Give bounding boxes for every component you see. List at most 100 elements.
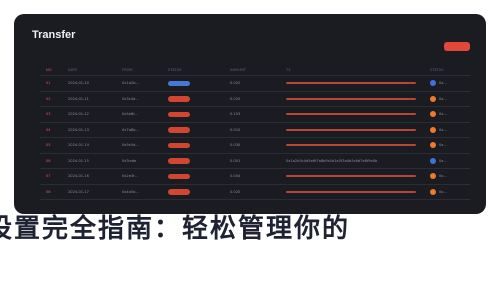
row-amount: 0.153 [230, 112, 241, 117]
header-no: NO [46, 67, 52, 72]
row-from: 0x9c0d... [122, 143, 139, 148]
row-status [168, 92, 190, 107]
table-row[interactable]: 06 2024-01-15 0xTrade 0.001 0x1a2b3c4d5e6f7a… [40, 154, 470, 169]
row-tx [286, 169, 422, 184]
row-from: 0x4a5b... [122, 189, 139, 194]
table-row[interactable]: 02 2024-01-11 0x3c4d... 0.020 0x... [40, 92, 470, 107]
row-number: 03 [46, 112, 51, 117]
header-amount: AMOUNT [230, 67, 246, 72]
table-row[interactable]: 07 2024-01-16 0x2e3f... 0.004 0x... [40, 169, 470, 185]
row-state-text: 0x... [439, 174, 447, 179]
row-state: 0x... [430, 123, 447, 138]
table-row[interactable]: 03 2024-01-12 0x5e6f... 0.153 0x... [40, 107, 470, 123]
row-date: 2024-01-15 [68, 158, 89, 163]
status-badge[interactable] [168, 80, 190, 86]
page-caption: 设置完全指南：轻松管理你的 [0, 214, 351, 242]
status-dot-icon [430, 80, 436, 87]
row-amount: 0.010 [230, 127, 241, 132]
row-status [168, 169, 190, 184]
row-status [168, 107, 190, 122]
row-from: 0x7a8b... [122, 127, 139, 132]
row-state-text: 0x... [439, 143, 447, 148]
header-tx: TX [286, 67, 291, 72]
status-badge[interactable] [168, 189, 190, 195]
row-tx: 0x1a2b3c4d5e6f7a8b9c0d1e2f3a4b5c6d7e8f9a… [286, 154, 422, 169]
status-badge[interactable] [168, 111, 190, 117]
row-number: 06 [46, 158, 51, 163]
row-state-text: 0x... [439, 112, 447, 117]
row-amount: 0.001 [230, 158, 241, 163]
row-date: 2024-01-11 [68, 96, 89, 101]
status-badge[interactable] [168, 127, 190, 133]
row-from: 0x2e3f... [122, 174, 138, 179]
tx-bar [286, 144, 416, 147]
top-action-button[interactable] [444, 42, 470, 51]
row-from: 0xTrade [122, 158, 137, 163]
table-row[interactable]: 05 2024-01-14 0x9c0d... 0.030 0x... [40, 138, 470, 154]
row-tx [286, 92, 422, 107]
row-date: 2024-01-10 [68, 81, 89, 86]
row-from: 0x5e6f... [122, 112, 138, 117]
tx-bar [286, 190, 416, 193]
row-state-text: 0x... [439, 96, 447, 101]
row-status [168, 76, 190, 91]
row-state: 0x... [430, 92, 447, 107]
row-status [168, 123, 190, 138]
status-dot-icon [430, 95, 436, 102]
row-status [168, 138, 190, 153]
row-date: 2024-01-16 [68, 174, 89, 179]
status-dot-icon [430, 111, 436, 118]
row-number: 01 [46, 81, 51, 86]
row-number: 04 [46, 127, 51, 132]
status-badge[interactable] [168, 173, 190, 179]
row-number: 08 [46, 189, 51, 194]
row-date: 2024-01-13 [68, 127, 89, 132]
table-body: 01 2024-01-10 0x1a2b... 0.002 0x... 02 2024-01… [40, 76, 470, 200]
row-state: 0x... [430, 138, 447, 153]
row-number: 05 [46, 143, 51, 148]
row-tx [286, 185, 422, 200]
row-state: 0x... [430, 154, 447, 169]
row-status [168, 154, 190, 169]
row-number: 07 [46, 174, 51, 179]
header-date: DATE [68, 67, 78, 72]
table-row[interactable]: 01 2024-01-10 0x1a2b... 0.002 0x... [40, 76, 470, 92]
row-amount: 0.030 [230, 143, 241, 148]
header-state: STATUS [430, 67, 444, 72]
tx-bar [286, 128, 416, 131]
row-number: 02 [46, 96, 51, 101]
status-dot-icon [430, 142, 436, 149]
transfer-window: Transfer NO DATE FROM STATUS AMOUNT TX S… [14, 14, 486, 214]
tx-bar [286, 175, 416, 178]
header-status: STATUS [168, 67, 182, 72]
transactions-table: NO DATE FROM STATUS AMOUNT TX STATUS 01 2… [40, 64, 470, 200]
tx-bar [286, 97, 416, 100]
table-row[interactable]: 08 2024-01-17 0x4a5b... 0.020 0x... [40, 185, 470, 200]
row-state: 0x... [430, 169, 447, 184]
row-status [168, 185, 190, 200]
row-state: 0x... [430, 107, 447, 122]
row-from: 0x3c4d... [122, 96, 139, 101]
window-title: Transfer [32, 29, 76, 41]
row-state-text: 0x... [439, 189, 447, 194]
row-state: 0x... [430, 76, 447, 91]
tx-bar [286, 82, 416, 85]
row-state: 0x... [430, 185, 447, 200]
row-date: 2024-01-12 [68, 112, 89, 117]
table-header: NO DATE FROM STATUS AMOUNT TX STATUS [40, 64, 470, 76]
status-badge[interactable] [168, 96, 190, 102]
row-amount: 0.020 [230, 96, 241, 101]
row-tx [286, 123, 422, 138]
row-amount: 0.020 [230, 189, 241, 194]
row-amount: 0.004 [230, 174, 241, 179]
tx-hash: 0x1a2b3c4d5e6f7a8b9c0d1e2f3a4b5c6d7e8f9a… [286, 158, 378, 163]
row-tx [286, 76, 422, 91]
table-row[interactable]: 04 2024-01-13 0x7a8b... 0.010 0x... [40, 123, 470, 138]
status-badge[interactable] [168, 142, 190, 148]
row-tx [286, 107, 422, 122]
row-date: 2024-01-14 [68, 143, 89, 148]
status-dot-icon [430, 173, 436, 180]
row-amount: 0.002 [230, 81, 241, 86]
header-from: FROM [122, 67, 133, 72]
status-badge[interactable] [168, 158, 190, 164]
